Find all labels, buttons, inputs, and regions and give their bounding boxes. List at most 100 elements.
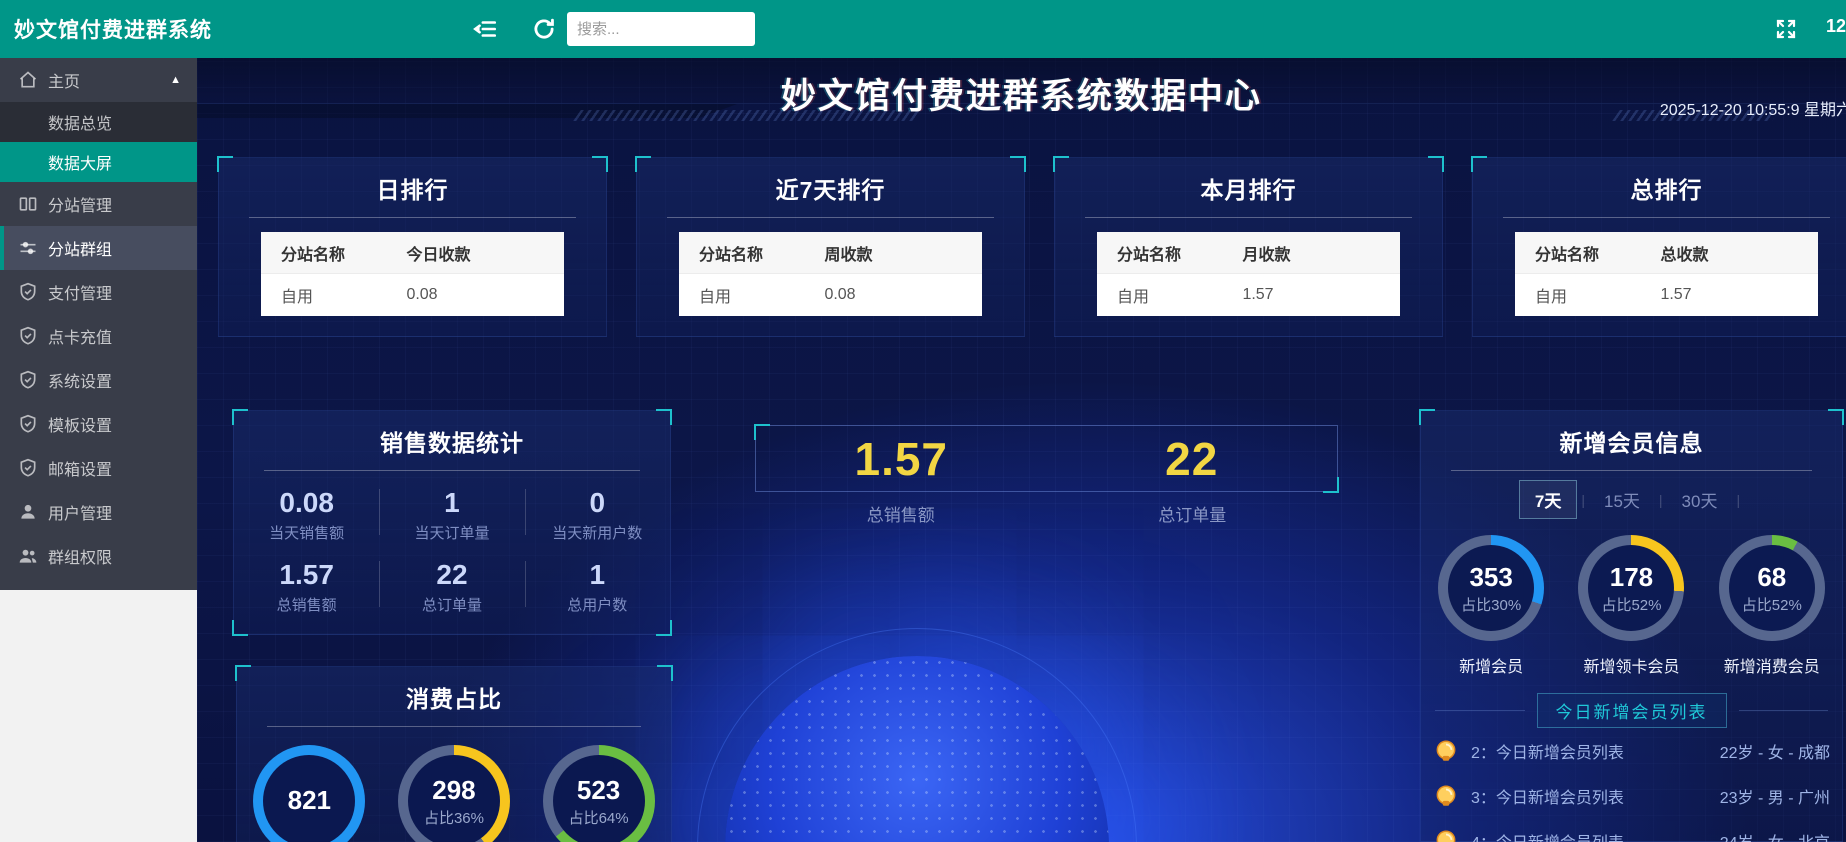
tab-separator: |	[1659, 492, 1663, 508]
table-row: 自用 0.08	[679, 274, 982, 316]
divider	[249, 217, 576, 218]
sidebar-item-substation-groups[interactable]: 分站群组	[0, 226, 197, 270]
sidebar-item-payment[interactable]: 支付管理	[0, 270, 197, 314]
donut-labels: 新增会员 新增领卡会员 新增消费会员	[1421, 653, 1842, 677]
tab-separator: |	[1581, 492, 1585, 508]
card-title: 总排行	[1473, 171, 1846, 205]
username-label[interactable]: 123	[1826, 16, 1846, 37]
fullscreen-icon[interactable]	[1774, 17, 1798, 41]
rank-card-daily: 日排行 分站名称 今日收款 自用 0.08	[218, 157, 607, 337]
page-title: 妙文馆付费进群系统数据中心	[197, 68, 1846, 119]
rank-card-7days: 近7天排行 分站名称 周收款 自用 0.08	[636, 157, 1025, 337]
corner-bracket	[1828, 409, 1844, 425]
tab-7days[interactable]: 7天	[1519, 480, 1577, 519]
rank-table: 分站名称 月收款 自用 1.57	[1097, 232, 1400, 316]
tab-30days[interactable]: 30天	[1667, 481, 1733, 518]
menu-fold-icon[interactable]	[472, 16, 498, 42]
stat-cell: 22 总订单量	[379, 549, 524, 621]
member-list-item: 2：今日新增会员列表 22岁 - 女 - 成都	[1421, 728, 1842, 773]
total-sales: 1.57	[756, 426, 1047, 491]
tab-15days[interactable]: 15天	[1589, 481, 1655, 518]
sidebar-item-group-permissions[interactable]: 群组权限	[0, 534, 197, 578]
divider	[667, 217, 994, 218]
rank-table: 分站名称 周收款 自用 0.08	[679, 232, 982, 316]
divider	[1503, 217, 1830, 218]
column-header: 今日收款	[406, 241, 564, 265]
new-members-card: 新增会员信息 7天 | 15天 | 30天 | 353 占比30% 178 占比…	[1420, 410, 1843, 842]
totals-labels: 总销售额 总订单量	[755, 501, 1338, 526]
corner-bracket	[1010, 156, 1026, 172]
donut-chart: 68 占比52%	[1719, 535, 1825, 641]
rank-card-month: 本月排行 分站名称 月收款 自用 1.57	[1054, 157, 1443, 337]
home-icon	[18, 70, 38, 90]
shield-icon	[18, 326, 38, 346]
user-icon	[18, 502, 38, 522]
totals-box: 1.57 22	[755, 425, 1338, 492]
corner-bracket	[635, 156, 651, 172]
corner-bracket	[235, 665, 251, 681]
corner-bracket	[656, 620, 672, 636]
corner-bracket	[592, 156, 608, 172]
corner-bracket	[1471, 156, 1487, 172]
sidebar-item-data-screen[interactable]: 数据大屏	[0, 142, 197, 182]
bulb-icon	[1433, 828, 1459, 842]
top-bar: 妙文馆付费进群系统 123	[0, 0, 1846, 58]
tab-separator: |	[1736, 492, 1740, 508]
total-orders: 22	[1047, 426, 1338, 491]
column-header: 分站名称	[261, 241, 406, 265]
rank-table: 分站名称 今日收款 自用 0.08	[261, 232, 564, 316]
sales-stats-card: 销售数据统计 0.08 当天销售额 1 当天订单量 0 当天新用户数 1.57 …	[233, 410, 671, 635]
sidebar-item-card-recharge[interactable]: 点卡充值	[0, 314, 197, 358]
columns-icon	[18, 194, 38, 214]
table-row: 自用 0.08	[261, 274, 564, 316]
shield-icon	[18, 458, 38, 478]
users-icon	[18, 546, 38, 566]
column-header: 分站名称	[1097, 241, 1242, 265]
rank-table: 分站名称 总收款 自用 1.57	[1515, 232, 1818, 316]
member-list-item: 3：今日新增会员列表 23岁 - 男 - 广州	[1421, 773, 1842, 818]
stat-cell: 1 当天订单量	[379, 477, 524, 549]
today-members-button[interactable]: 今日新增会员列表	[1537, 693, 1727, 728]
divider	[267, 726, 641, 727]
sidebar-item-data-overview[interactable]: 数据总览	[0, 102, 197, 142]
corner-bracket	[657, 665, 673, 681]
sidebar-item-mail-settings[interactable]: 邮箱设置	[0, 446, 197, 490]
card-title: 本月排行	[1055, 171, 1442, 205]
sidebar-item-template-settings[interactable]: 模板设置	[0, 402, 197, 446]
shield-icon	[18, 370, 38, 390]
sidebar-item-home[interactable]: 主页 ▲	[0, 58, 197, 102]
table-row: 自用 1.57	[1097, 274, 1400, 316]
bulb-icon	[1433, 738, 1459, 764]
column-header: 总收款	[1660, 241, 1818, 265]
donut-chart: 821	[253, 745, 365, 842]
stat-cell: 1.57 总销售额	[234, 549, 379, 621]
column-header: 月收款	[1242, 241, 1400, 265]
column-header: 分站名称	[679, 241, 824, 265]
card-title: 销售数据统计	[234, 424, 670, 458]
donut-chart: 298 占比36%	[398, 745, 510, 842]
stat-cell: 0 当天新用户数	[525, 477, 670, 549]
period-tabs: 7天 | 15天 | 30天 |	[1421, 480, 1842, 519]
divider	[1451, 470, 1812, 471]
card-title: 消费占比	[237, 680, 671, 714]
refresh-icon[interactable]	[531, 16, 557, 42]
sidebar-item-user-manage[interactable]: 用户管理	[0, 490, 197, 534]
sliders-icon	[18, 238, 38, 258]
corner-bracket	[217, 156, 233, 172]
divider	[1085, 217, 1412, 218]
search-input[interactable]	[567, 12, 755, 46]
bulb-icon	[1433, 783, 1459, 809]
sidebar-menu: 主页 ▲ 数据总览 数据大屏 分站管理 分站群组 支付管理 点卡充值 系统设置	[0, 58, 197, 590]
sidebar-item-substation-manage[interactable]: 分站管理	[0, 182, 197, 226]
sidebar-item-system-settings[interactable]: 系统设置	[0, 358, 197, 402]
stat-cell: 1 总用户数	[525, 549, 670, 621]
corner-bracket	[232, 620, 248, 636]
member-list-header: 今日新增会员列表	[1435, 693, 1828, 728]
card-title: 近7天排行	[637, 171, 1024, 205]
column-header: 分站名称	[1515, 241, 1660, 265]
datetime-label: 2025-12-20 10:55:9 星期六	[1660, 96, 1846, 120]
divider	[264, 470, 640, 471]
stat-grid: 0.08 当天销售额 1 当天订单量 0 当天新用户数 1.57 总销售额 22…	[234, 477, 670, 621]
member-list-item: 4：今日新增会员列表 24岁 - 女 - 北京	[1421, 818, 1842, 842]
corner-bracket	[1053, 156, 1069, 172]
